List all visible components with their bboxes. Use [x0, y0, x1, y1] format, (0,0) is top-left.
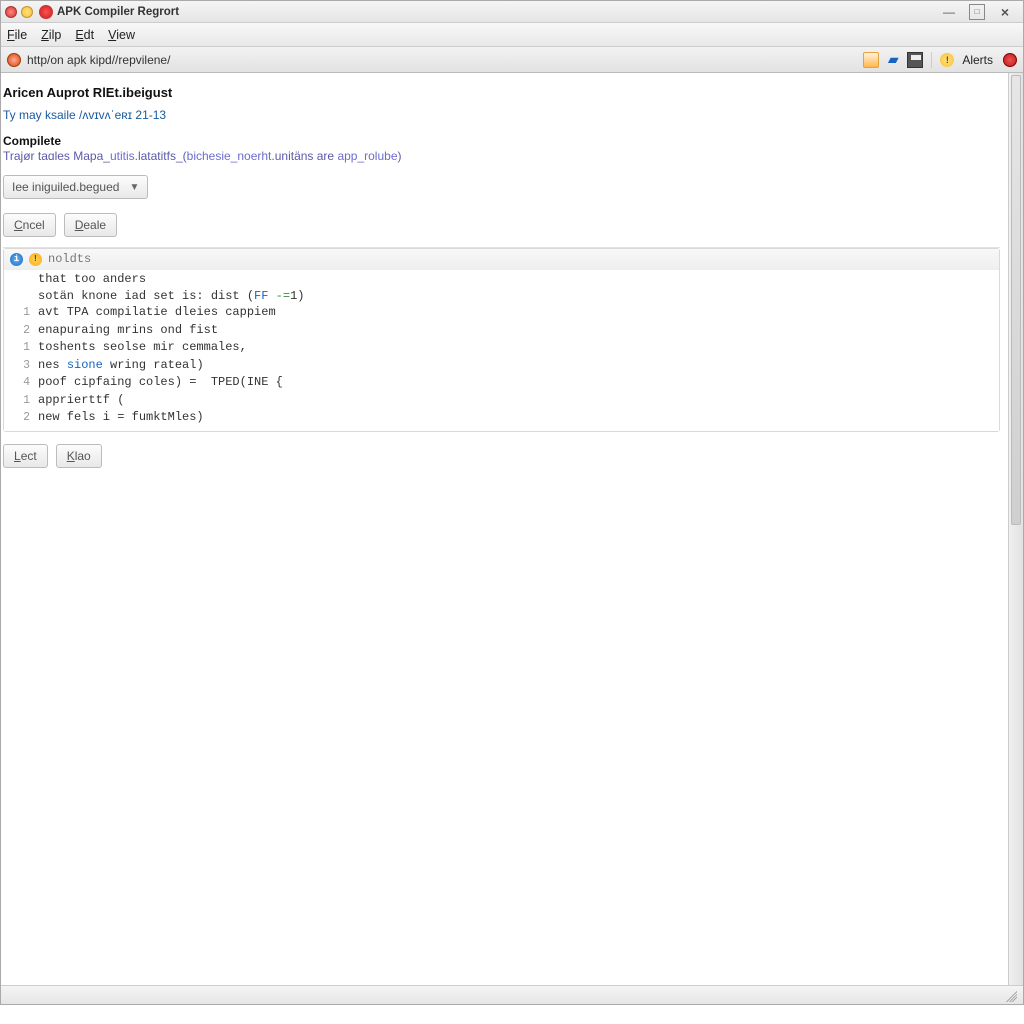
- console-line: 2new fels i = fumktMles): [4, 409, 999, 427]
- window-controls-left: [5, 6, 33, 18]
- line-number: 1: [10, 340, 38, 357]
- menu-edit[interactable]: Edt: [75, 28, 94, 42]
- titlebar: APK Compiler Regrort — □ ×: [1, 1, 1023, 23]
- chevron-down-icon: ▼: [129, 182, 139, 193]
- toolbar-right: ▰ ! Alerts: [863, 52, 1017, 68]
- output-console: i ! noldts that too anderssotän knone ia…: [3, 248, 1000, 432]
- code-text: enapuraing mrins ond fist: [38, 322, 218, 339]
- bookmark-tag-icon[interactable]: ▰: [885, 52, 901, 68]
- dropdown-label: Iee iniguiled.begued: [12, 180, 119, 194]
- info-icon: i: [10, 253, 23, 266]
- url-input[interactable]: http/on apk kipd//repvilene/: [27, 53, 863, 67]
- line-number: 1: [10, 393, 38, 410]
- statusbar: [1, 985, 1023, 1004]
- code-text: nes sione wring rateal): [38, 357, 204, 374]
- addressbar: http/on apk kipd//repvilene/ ▰ ! Alerts: [1, 47, 1023, 73]
- content-area: Aricen Auprot RlEt.ibeigust Ty may ksail…: [1, 73, 1023, 985]
- console-line: sotän knone iad set is: dist (FF -=1): [4, 288, 999, 305]
- console-line: 4poof cipfaing coles) = TPED(INE {: [4, 374, 999, 392]
- console-line: that too anders: [4, 271, 999, 288]
- warning-icon: !: [29, 253, 42, 266]
- menu-view[interactable]: View: [108, 28, 135, 42]
- menu-zilp[interactable]: Zilp: [41, 28, 61, 42]
- console-line: 2enapuraing mrins ond fist: [4, 322, 999, 340]
- toolbar-separator: [931, 52, 932, 68]
- close-window-icon[interactable]: [5, 6, 17, 18]
- menu-file[interactable]: File: [7, 28, 27, 42]
- console-body: that too anderssotän knone iad set is: d…: [4, 270, 999, 431]
- close-button[interactable]: ×: [997, 4, 1013, 20]
- image-tool-icon[interactable]: [863, 52, 879, 68]
- console-line: 1toshents seolse mir cemmales,: [4, 339, 999, 357]
- console-line: 1avt TPA compilatie dleies cappiem: [4, 304, 999, 322]
- page-body: Aricen Auprot RlEt.ibeigust Ty may ksail…: [1, 73, 1008, 508]
- resize-grip-icon[interactable]: [1003, 988, 1017, 1002]
- cancel-button[interactable]: Cncel: [3, 213, 56, 237]
- action-button-row-1: Cncel Deale: [3, 213, 1000, 237]
- deale-button[interactable]: Deale: [64, 213, 117, 237]
- line-number: 1: [10, 305, 38, 322]
- window-controls-right: — □ ×: [941, 4, 1019, 20]
- console-line: 3nes sione wring rateal): [4, 357, 999, 375]
- code-text: new fels i = fumktMles): [38, 409, 204, 426]
- lect-button[interactable]: Lect: [3, 444, 48, 468]
- maximize-button[interactable]: □: [969, 4, 985, 20]
- compile-call-line: Trajør taɑles Mapa_utitis.latatitfs_(bic…: [3, 149, 1000, 163]
- console-line: 1apprierttf (: [4, 392, 999, 410]
- minimize-button[interactable]: —: [941, 4, 957, 20]
- line-number: 2: [10, 410, 38, 427]
- code-text: apprierttf (: [38, 392, 124, 409]
- code-text: poof cipfaing coles) = TPED(INE {: [38, 374, 283, 391]
- console-header: i ! noldts: [4, 249, 999, 270]
- code-text: sotän knone iad set is: dist (FF -=1): [38, 288, 304, 305]
- scrollbar-thumb[interactable]: [1011, 75, 1021, 525]
- app-icon: [39, 5, 53, 19]
- config-dropdown[interactable]: Iee iniguiled.begued ▼: [3, 175, 148, 199]
- content-scroll[interactable]: Aricen Auprot RlEt.ibeigust Ty may ksail…: [1, 73, 1008, 985]
- sub-info: Ty may ksaile /ʌvɪvʌˈeʀɪ 21-13: [3, 108, 1000, 122]
- section-header: Compilete: [3, 134, 1000, 148]
- page-title: Aricen Auprot RlEt.ibeigust: [3, 85, 1000, 100]
- console-header-label: noldts: [48, 252, 91, 266]
- menubar: File Zilp Edt View: [1, 23, 1023, 47]
- window-title: APK Compiler Regrort: [57, 6, 179, 18]
- code-text: avt TPA compilatie dleies cappiem: [38, 304, 276, 321]
- alerts-label[interactable]: Alerts: [962, 53, 993, 67]
- alert-icon[interactable]: !: [940, 53, 954, 67]
- klao-button[interactable]: Klao: [56, 444, 102, 468]
- line-number: 3: [10, 358, 38, 375]
- action-button-row-2: Lect Klao: [3, 444, 1000, 468]
- app-window: APK Compiler Regrort — □ × File Zilp Edt…: [0, 0, 1024, 1005]
- nav-globe-icon[interactable]: [7, 53, 21, 67]
- code-text: that too anders: [38, 271, 146, 288]
- code-text: toshents seolse mir cemmales,: [38, 339, 247, 356]
- vertical-scrollbar[interactable]: [1008, 73, 1023, 985]
- line-number: 4: [10, 375, 38, 392]
- line-number: 2: [10, 323, 38, 340]
- stop-icon[interactable]: [1003, 53, 1017, 67]
- minimize-window-icon[interactable]: [21, 6, 33, 18]
- save-icon[interactable]: [907, 52, 923, 68]
